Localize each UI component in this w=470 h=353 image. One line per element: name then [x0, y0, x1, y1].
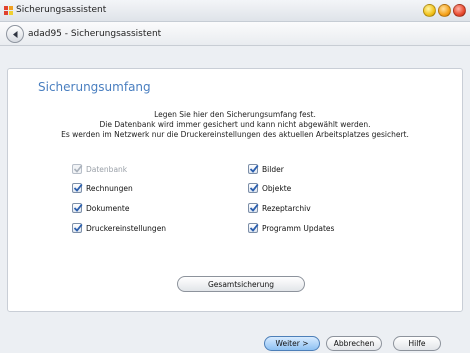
option-objekte[interactable]: Objekte	[248, 182, 291, 194]
intro-line: Die Datenbank wird immer gesichert und k…	[99, 120, 371, 129]
navigation-bar: adad95 - Sicherungsassistent	[0, 22, 470, 46]
next-button[interactable]: Weiter >	[264, 336, 320, 351]
back-arrow-icon	[13, 31, 18, 38]
option-label: Rezeptarchiv	[262, 203, 311, 213]
option-label: Programm Updates	[262, 223, 335, 233]
checkmark-icon	[249, 164, 259, 173]
option-dokumente[interactable]: Dokumente	[72, 202, 129, 214]
checkbox-rechnungen[interactable]	[72, 183, 83, 193]
page-heading: Sicherungsumfang	[38, 80, 151, 94]
wizard-window: Sicherungsassistent adad95 - Sicherungsa…	[0, 0, 470, 353]
option-label: Rechnungen	[86, 183, 133, 193]
checkbox-programm-updates[interactable]	[248, 223, 259, 233]
window-title: Sicherungsassistent	[16, 5, 107, 15]
option-label: Druckereinstellungen	[86, 223, 167, 233]
back-button[interactable]	[6, 25, 24, 43]
checkmark-icon	[73, 203, 83, 212]
option-datenbank: Datenbank	[72, 163, 127, 175]
checkmark-icon	[73, 165, 83, 173]
option-label: Dokumente	[86, 203, 130, 213]
option-druckereinstellungen[interactable]: Druckereinstellungen	[72, 222, 166, 234]
checkmark-icon	[249, 183, 259, 192]
checkmark-icon	[249, 223, 259, 232]
cancel-button[interactable]: Abbrechen	[326, 336, 382, 351]
checkbox-druckereinstellungen[interactable]	[72, 223, 83, 233]
help-button[interactable]: Hilfe	[393, 336, 441, 351]
intro-line: Legen Sie hier den Sicherungsumfang fest…	[154, 110, 316, 119]
option-rezeptarchiv[interactable]: Rezeptarchiv	[248, 202, 311, 214]
app-icon	[4, 6, 14, 16]
checkbox-rezeptarchiv[interactable]	[248, 203, 259, 213]
maximize-button[interactable]	[438, 4, 451, 17]
checkmark-icon	[73, 183, 83, 192]
checkmark-icon	[73, 223, 83, 232]
checkbox-datenbank	[72, 164, 83, 174]
checkbox-dokumente[interactable]	[72, 203, 83, 213]
option-label: Bilder	[262, 164, 284, 174]
option-label: Datenbank	[86, 164, 128, 174]
option-programm-updates[interactable]: Programm Updates	[248, 222, 334, 234]
intro-line: Es werden im Netzwerk nur die Druckerein…	[61, 130, 409, 139]
close-button[interactable]	[453, 4, 466, 17]
nav-title: adad95 - Sicherungsassistent	[28, 29, 162, 39]
checkmark-icon	[249, 203, 259, 212]
checkbox-bilder[interactable]	[248, 164, 259, 174]
checkbox-objekte[interactable]	[248, 183, 259, 193]
minimize-button[interactable]	[423, 4, 436, 17]
full-backup-button[interactable]: Gesamtsicherung	[177, 276, 305, 292]
title-bar: Sicherungsassistent	[0, 0, 470, 22]
option-bilder[interactable]: Bilder	[248, 163, 284, 175]
option-rechnungen[interactable]: Rechnungen	[72, 182, 133, 194]
option-label: Objekte	[262, 183, 292, 193]
